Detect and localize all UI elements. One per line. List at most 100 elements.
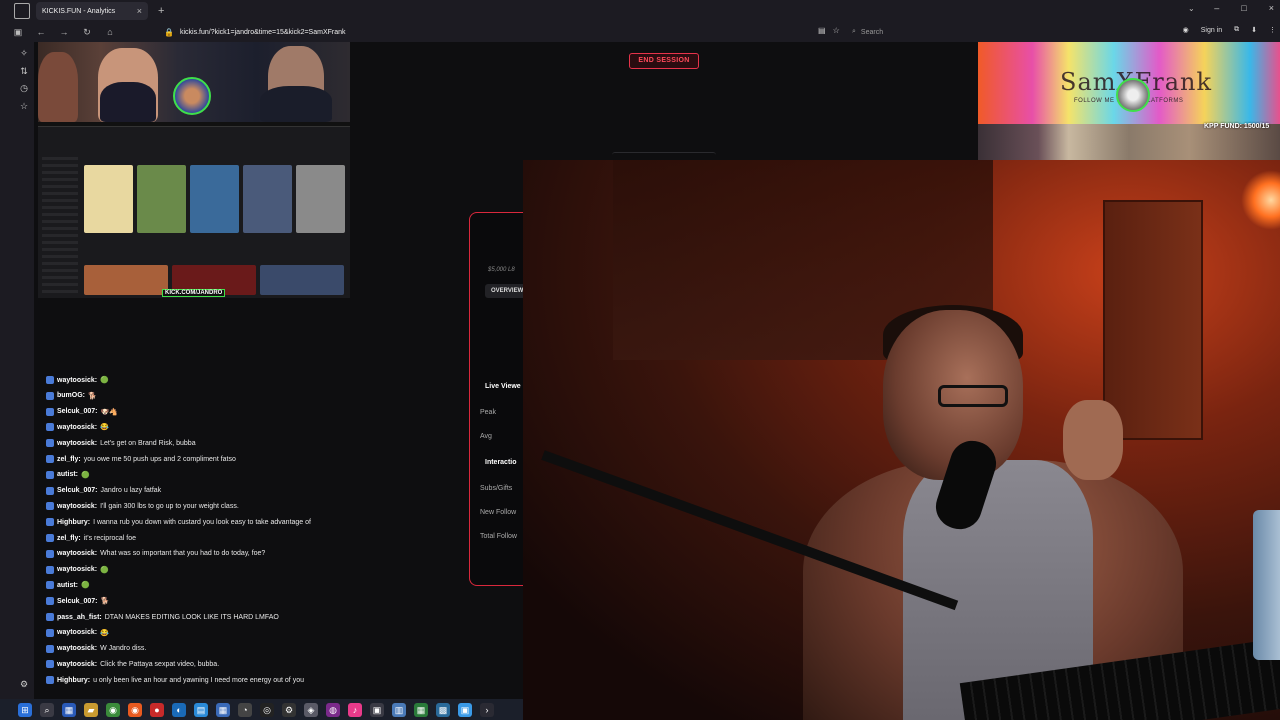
app-green-icon[interactable]: ▦: [414, 702, 428, 717]
tab-list-chevron-icon[interactable]: ⌄: [1188, 4, 1195, 13]
chat-username[interactable]: bumOG:: [57, 392, 85, 399]
settings-gear-icon[interactable]: ⚙: [18, 679, 30, 691]
chat-message: zel_fly: you owe me 50 push ups and 2 com…: [46, 455, 236, 463]
bookmarks-icon[interactable]: ☆: [18, 101, 30, 113]
file-explorer-icon[interactable]: ▰: [84, 702, 98, 717]
history-icon[interactable]: ◷: [18, 83, 30, 95]
tab-close-icon[interactable]: ×: [137, 6, 142, 16]
chat-panel: waytoosick: 🟢 bumOG: 🐕 Selcuk_007: 🐶🐴 waytoosi…: [38, 372, 350, 692]
end-session-button[interactable]: END SESSION: [629, 53, 699, 69]
chat-message: Selcuk_007: 🐕: [46, 597, 109, 606]
browser-tab[interactable]: KICKIS.FUN - Analytics ×: [36, 2, 148, 20]
back-icon[interactable]: ←: [36, 27, 46, 37]
chat-message: Highbury: I wanna rub you down with custa…: [46, 518, 311, 527]
app-dark-icon[interactable]: ▣: [370, 702, 384, 717]
chat-badge-icon: [46, 644, 54, 653]
chat-emote-icon: 😂: [100, 629, 109, 637]
chat-badge-icon: [46, 391, 54, 400]
terminal-icon[interactable]: ›: [480, 702, 494, 717]
chat-username[interactable]: waytoosick:: [57, 550, 97, 557]
menu-icon[interactable]: ⋮: [1269, 26, 1276, 34]
url-bar[interactable]: 🔒 kickis.fun/?kick1=jandro&time=15&kick2…: [164, 25, 844, 39]
close-window-icon[interactable]: ×: [1269, 3, 1274, 13]
chat-username[interactable]: Highbury:: [57, 519, 90, 526]
chat-username[interactable]: zel_fly:: [57, 535, 81, 542]
task-view-icon[interactable]: ▦: [62, 702, 76, 717]
app-gray-icon[interactable]: ◔: [238, 702, 252, 717]
chat-message: autist: 🟢: [46, 581, 90, 590]
app-shield-icon[interactable]: ◈: [304, 702, 318, 717]
search-icon: ⌕: [852, 28, 856, 35]
app-red-icon[interactable]: ●: [150, 702, 164, 717]
minimize-icon[interactable]: –: [1214, 3, 1219, 13]
search-taskbar-icon[interactable]: ⌕: [40, 702, 54, 717]
chat-username[interactable]: waytoosick:: [57, 424, 97, 431]
obs-icon[interactable]: ◎: [260, 702, 274, 717]
sign-in-label[interactable]: Sign in: [1201, 27, 1222, 34]
app-blue2-icon[interactable]: ▥: [392, 702, 406, 717]
chat-message: Selcuk_007: 🐶🐴: [46, 407, 118, 416]
chat-message: waytoosick: Let's get on Brand Risk, bubb…: [46, 439, 196, 448]
chat-username[interactable]: waytoosick:: [57, 503, 97, 510]
chat-badge-icon: [46, 676, 54, 685]
chat-username[interactable]: waytoosick:: [57, 566, 97, 573]
chat-message: waytoosick: 😂: [46, 423, 109, 432]
chrome-icon[interactable]: ◉: [106, 702, 120, 717]
chat-text: Let's get on Brand Risk, bubba: [100, 439, 196, 447]
browser-tab-bar: KICKIS.FUN - Analytics × + ⌄ – □ ×: [0, 0, 1280, 22]
chat-username[interactable]: Selcuk_007:: [57, 598, 97, 605]
chat-badge-icon: [46, 376, 54, 384]
chat-badge-icon: [46, 581, 54, 590]
chat-username[interactable]: Highbury:: [57, 677, 90, 684]
sync-icon[interactable]: ⇅: [18, 66, 30, 78]
sidebar-toggle-icon[interactable]: ▣: [13, 27, 23, 38]
chat-message: waytoosick: Click the Pattaya sexpat vide…: [46, 660, 219, 669]
app-blue-icon[interactable]: ▤: [194, 702, 208, 717]
maximize-icon[interactable]: □: [1241, 3, 1246, 13]
chat-message: pass_ah_fist: DTAN MAKES EDITING LOOK LIK…: [46, 613, 279, 621]
chat-username[interactable]: waytoosick:: [57, 629, 97, 636]
chat-text: What was so important that you had to do…: [100, 550, 266, 558]
download-icon[interactable]: ⬇: [1251, 26, 1257, 34]
reader-view-icon[interactable]: ▤: [818, 26, 826, 35]
firefox-icon[interactable]: ◉: [128, 702, 142, 717]
chat-username[interactable]: autist:: [57, 471, 78, 478]
search-box[interactable]: ⌕ Search: [852, 25, 1132, 39]
edge-icon[interactable]: ◐: [172, 702, 186, 717]
chat-emote-icon: 🟢: [100, 566, 109, 574]
ai-chat-icon[interactable]: ✧: [18, 48, 30, 60]
chat-badge-icon: [46, 423, 54, 432]
avg-label: Avg: [480, 433, 492, 440]
chat-username[interactable]: zel_fly:: [57, 456, 81, 463]
chat-text: DTAN MAKES EDITING LOOK LIKE ITS HARD LM…: [104, 613, 279, 621]
calculator-icon[interactable]: ▦: [216, 702, 230, 717]
extensions-icon[interactable]: ⧉: [1234, 26, 1239, 34]
account-icon[interactable]: ◉: [1183, 26, 1189, 34]
reload-icon[interactable]: ↻: [82, 27, 92, 38]
chat-message: waytoosick: W Jandro diss.: [46, 644, 146, 653]
chat-username[interactable]: waytoosick:: [57, 661, 97, 668]
settings-taskbar-icon[interactable]: ⚙: [282, 702, 296, 717]
subs-gifts-label: Subs/Gifts: [480, 485, 513, 492]
chat-username[interactable]: waytoosick:: [57, 645, 97, 652]
home-icon[interactable]: ⌂: [105, 27, 115, 37]
chat-username[interactable]: waytoosick:: [57, 377, 97, 384]
tiktok-icon[interactable]: ♪: [348, 702, 362, 717]
chat-badge-icon: [46, 549, 54, 558]
chat-badge-icon: [46, 486, 54, 495]
active-app-icon[interactable]: ▣: [458, 702, 472, 717]
bookmark-star-icon[interactable]: ☆: [833, 26, 840, 35]
chat-username[interactable]: pass_ah_fist:: [57, 614, 102, 621]
chat-username[interactable]: Selcuk_007:: [57, 408, 97, 415]
new-tab-icon[interactable]: +: [158, 5, 164, 17]
chat-username[interactable]: autist:: [57, 582, 78, 589]
chat-badge-icon: [46, 534, 54, 542]
forward-icon[interactable]: →: [59, 27, 69, 37]
app-purple-icon[interactable]: ◍: [326, 702, 340, 717]
chat-username[interactable]: Selcuk_007:: [57, 487, 97, 494]
chat-username[interactable]: waytoosick:: [57, 440, 97, 447]
start-icon[interactable]: ⊞: [18, 702, 32, 717]
chat-text: I'll gain 300 lbs to go up to your weigh…: [100, 502, 239, 510]
tab-overview-icon[interactable]: [14, 3, 30, 19]
app-teal-icon[interactable]: ▩: [436, 702, 450, 717]
